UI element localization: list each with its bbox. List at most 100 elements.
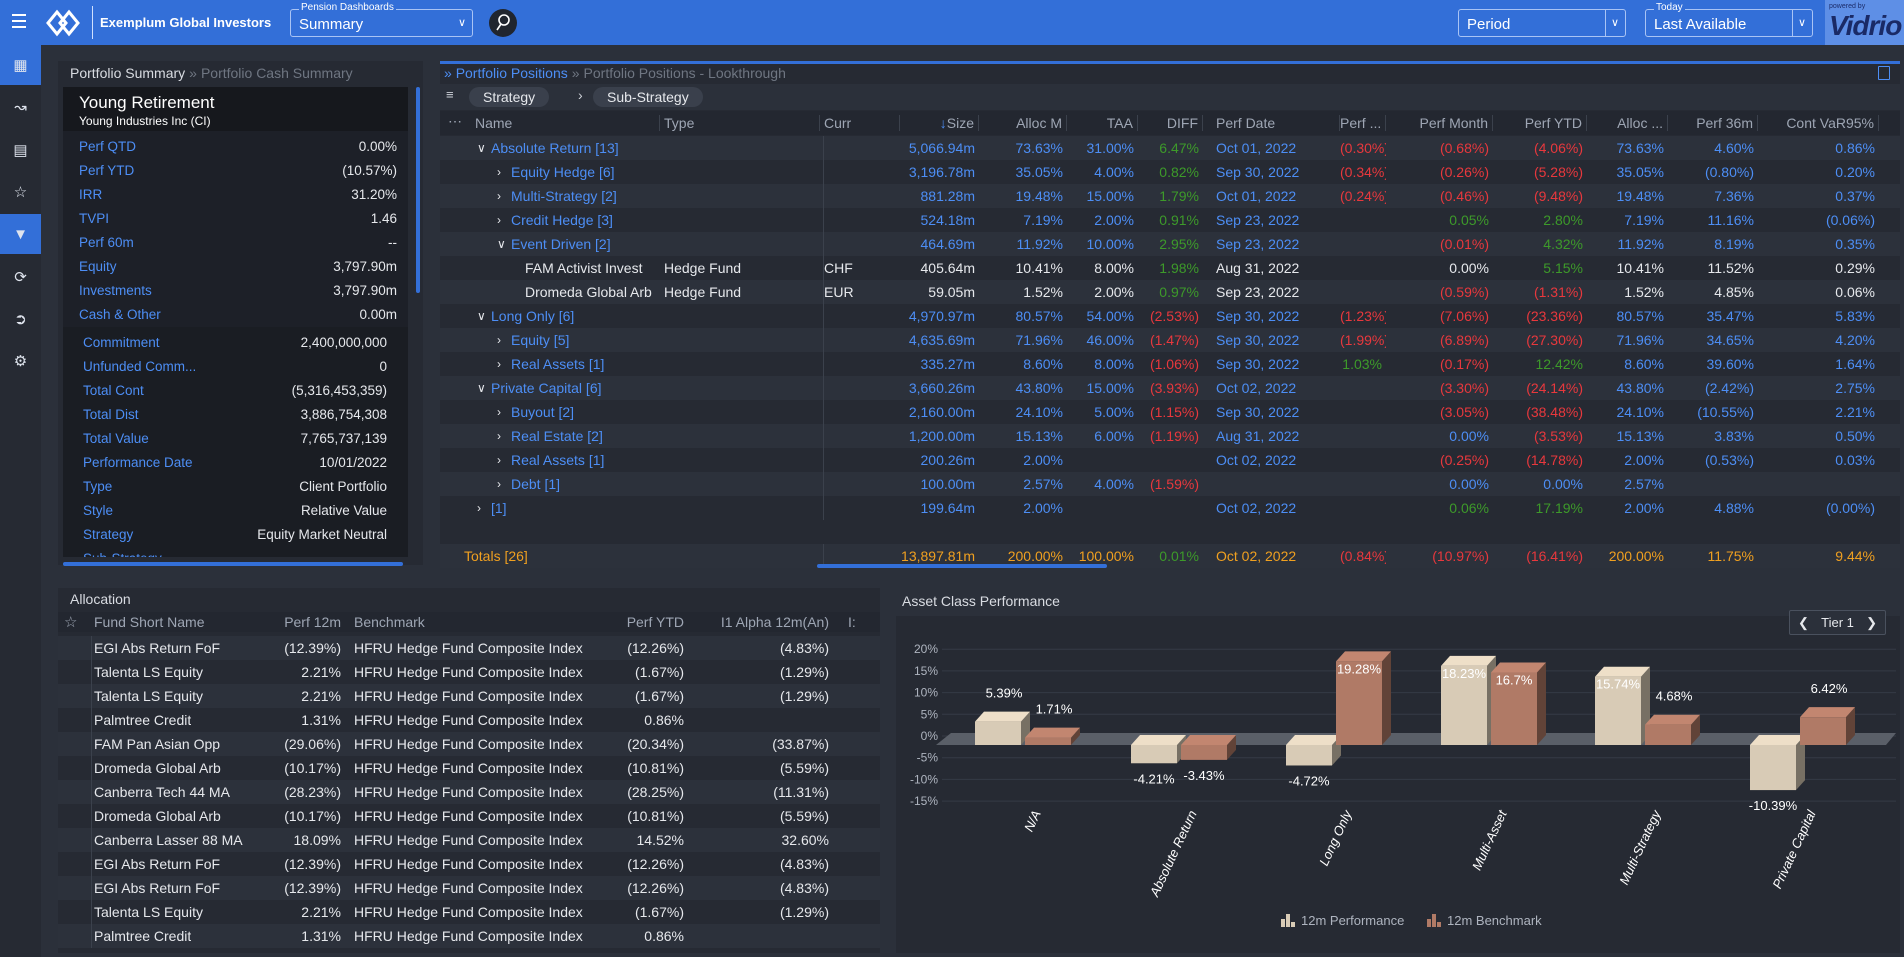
column-header-alloc-m[interactable]: Alloc M	[979, 115, 1067, 131]
sidebar-item-filter[interactable]: ▼	[0, 214, 41, 255]
favorite-star-icon[interactable]: ☆	[64, 613, 77, 631]
column-header-taa[interactable]: TAA	[1067, 115, 1138, 131]
table-row[interactable]: ∨ Event Driven [2] 464.69m 11.92% 10.00% 2.95…	[440, 232, 1900, 256]
chevron-down-icon[interactable]: ∨	[477, 141, 486, 155]
chevron-right-icon[interactable]: ›	[497, 165, 501, 179]
table-row[interactable]: Talenta LS Equity 2.21% HFRU Hedge Fund Co…	[58, 900, 880, 924]
table-row[interactable]: › Multi-Strategy [2] 881.28m 19.48% 15.00% 1.…	[440, 184, 1900, 208]
table-row[interactable]: Dromeda Global Arb (10.17%) HFRU Hedge Fun…	[58, 756, 880, 780]
table-row[interactable]: › Buyout [2] 2,160.00m 24.10% 5.00% (1.15%) Se…	[440, 400, 1900, 424]
table-row[interactable]: FAM Pan Asian Opp (29.06%) HFRU Hedge Fund…	[58, 732, 880, 756]
tab-portfolio-cash-summary[interactable]: Portfolio Cash Summary	[201, 65, 353, 81]
table-row[interactable]: › Debt [1] 100.00m 2.57% 4.00% (1.59%) 0.00% 0.…	[440, 472, 1900, 496]
table-row[interactable]: Talenta LS Equity 2.21% HFRU Hedge Fund Co…	[58, 684, 880, 708]
totals-row[interactable]: Totals [26] 13,897.81m 200.00% 100.00% 0.01%…	[440, 544, 1900, 568]
as-of-select[interactable]: Today Last Available ∨	[1645, 2, 1813, 37]
sidebar-item-refresh[interactable]: ⟳	[0, 257, 41, 297]
column-header-alloc[interactable]: Alloc ...	[1587, 115, 1668, 131]
sidebar-item-id-card[interactable]: ▤	[0, 130, 41, 170]
table-row[interactable]: ∨ Private Capital [6] 3,660.26m 43.80% 15.00…	[440, 376, 1900, 400]
group-list-icon[interactable]: ≡	[446, 87, 454, 102]
sidebar-item-star[interactable]: ☆	[0, 172, 41, 212]
column-header-i1-alpha-12m-an[interactable]: I1 Alpha 12m(An)	[698, 614, 829, 630]
table-row[interactable]: FAM Activist Invest Hedge Fund CHF 405.64m 1…	[440, 256, 1900, 280]
column-header-name[interactable]: Name	[475, 115, 660, 131]
chevron-right-icon[interactable]: ›	[497, 453, 501, 467]
legend-item[interactable]: 12m Performance	[1281, 913, 1404, 928]
horizontal-scrollbar[interactable]	[63, 562, 403, 566]
period-select[interactable]: Period ∨	[1458, 9, 1626, 37]
chevron-down-icon[interactable]: ∨	[477, 381, 486, 395]
chevron-right-icon[interactable]: ›	[497, 333, 501, 347]
bar-performance[interactable]	[1750, 735, 1805, 791]
table-row[interactable]: Dromeda Global Arb (10.17%) HFRU Hedge Fun…	[58, 804, 880, 828]
bar-performance[interactable]	[1286, 735, 1341, 766]
column-header-fund-short-name[interactable]: Fund Short Name	[94, 614, 205, 630]
bar-benchmark[interactable]	[1800, 707, 1855, 745]
table-row[interactable]: › Real Estate [2] 1,200.00m 15.13% 6.00% (1.1…	[440, 424, 1900, 448]
table-row[interactable]: › Equity [5] 4,635.69m 71.96% 46.00% (1.47%) S…	[440, 328, 1900, 352]
column-header-perf[interactable]: Perf ...	[1340, 115, 1386, 131]
chevron-right-icon[interactable]: ›	[497, 357, 501, 371]
column-header-perf-month[interactable]: Perf Month	[1386, 115, 1493, 131]
column-header-curr[interactable]: Curr	[824, 115, 900, 131]
bar-benchmark[interactable]	[1025, 727, 1080, 745]
table-row[interactable]: EGI Abs Return FoF (12.39%) HFRU Hedge Fun…	[58, 636, 880, 660]
column-header-perf-date[interactable]: Perf Date	[1216, 115, 1340, 131]
tab-portfolio-summary[interactable]: Portfolio Summary	[70, 65, 185, 81]
column-header-cont-var95[interactable]: Cont VaR95%	[1758, 115, 1879, 131]
legend-item[interactable]: 12m Benchmark	[1427, 913, 1542, 928]
group-chip-strategy[interactable]: Strategy	[469, 87, 550, 107]
group-chip-sub-strategy[interactable]: Sub-Strategy	[593, 87, 703, 107]
table-row[interactable]: ∨ Long Only [6] 4,970.97m 80.57% 54.00% (2.53…	[440, 304, 1900, 328]
chevron-right-icon[interactable]: ›	[497, 405, 501, 419]
sidebar-item-export[interactable]: ➲	[0, 299, 41, 339]
column-header-type[interactable]: Type	[664, 115, 820, 131]
table-row[interactable]: ∨ Absolute Return [13] 5,066.94m 73.63% 31.0…	[440, 136, 1900, 160]
chevron-down-icon[interactable]: ∨	[477, 309, 486, 323]
column-header-perf-12m[interactable]: Perf 12m	[248, 614, 341, 630]
table-row[interactable]: Palmtree Credit 1.31% HFRU Hedge Fund Comp…	[58, 924, 880, 948]
table-row[interactable]: Dromeda Global Arb Hedge Fund EUR 59.05m 1.5…	[440, 280, 1900, 304]
bar-benchmark[interactable]	[1645, 714, 1700, 745]
column-header-perf-ytd[interactable]: Perf YTD	[618, 614, 684, 630]
table-row[interactable]: › Real Assets [1] 200.26m 2.00% Oct 02, 2022…	[440, 448, 1900, 472]
table-row[interactable]: Palmtree Credit 1.31% HFRU Hedge Fund Comp…	[58, 708, 880, 732]
horizontal-scrollbar[interactable]	[817, 564, 1107, 568]
table-row[interactable]: Canberra Tech 44 MA (28.23%) HFRU Hedge Fu…	[58, 780, 880, 804]
table-row[interactable]: › Real Assets [1] 335.27m 8.60% 8.00% (1.06%)…	[440, 352, 1900, 376]
chevron-right-icon[interactable]: ›	[497, 477, 501, 491]
chevron-right-icon[interactable]: ›	[477, 501, 481, 515]
sidebar-item-grid[interactable]: ▦	[0, 45, 41, 85]
table-row[interactable]: EGI Abs Return FoF (12.39%) HFRU Hedge Fun…	[58, 876, 880, 900]
chevron-right-icon[interactable]: ›	[497, 213, 501, 227]
column-header-size[interactable]: ↓Size	[900, 115, 979, 131]
table-row[interactable]: Talenta LS Equity 2.21% HFRU Hedge Fund Co…	[58, 660, 880, 684]
column-header-i[interactable]: I:	[848, 614, 856, 630]
table-row[interactable]: EGI Abs Return FoF (12.39%) HFRU Hedge Fun…	[58, 852, 880, 876]
bar-benchmark[interactable]	[1181, 735, 1236, 760]
chevron-down-icon[interactable]: ∨	[497, 237, 506, 251]
table-row[interactable]: › Equity Hedge [6] 3,196.78m 35.05% 4.00% 0.8…	[440, 160, 1900, 184]
chevron-right-icon[interactable]: ›	[497, 429, 501, 443]
column-header-benchmark[interactable]: Benchmark	[354, 614, 425, 630]
column-header-diff[interactable]: DIFF	[1138, 115, 1203, 131]
column-header-perf-ytd[interactable]: Perf YTD	[1493, 115, 1587, 131]
dashboard-select[interactable]: Pension Dashboards Summary ∨	[290, 2, 473, 37]
maximize-icon[interactable]	[1878, 66, 1890, 80]
sidebar-item-line-chart[interactable]: ↝	[0, 87, 41, 127]
vertical-scrollbar[interactable]	[416, 87, 420, 293]
table-row[interactable]: › Credit Hedge [3] 524.18m 7.19% 2.00% 0.91% S…	[440, 208, 1900, 232]
bar-performance[interactable]	[1131, 735, 1186, 764]
search-button[interactable]	[489, 9, 517, 37]
tab-portfolio-positions-lookthrough[interactable]: Portfolio Positions - Lookthrough	[584, 65, 786, 81]
sidebar-item-gear[interactable]: ⚙	[0, 341, 41, 381]
bar-performance[interactable]	[975, 711, 1030, 745]
chevron-right-icon[interactable]: ›	[497, 189, 501, 203]
column-header-perf-36m[interactable]: Perf 36m	[1668, 115, 1758, 131]
table-row[interactable]: › [1] 199.64m 2.00% Oct 02, 2022 0.06% 17.19% 2…	[440, 496, 1900, 520]
table-row[interactable]: Canberra Lasser 88 MA 18.09% HFRU Hedge Fu…	[58, 828, 880, 852]
menu-icon[interactable]	[12, 14, 26, 28]
column-menu-icon[interactable]: ⋯	[448, 113, 462, 130]
tab-portfolio-positions[interactable]: Portfolio Positions	[456, 65, 568, 81]
